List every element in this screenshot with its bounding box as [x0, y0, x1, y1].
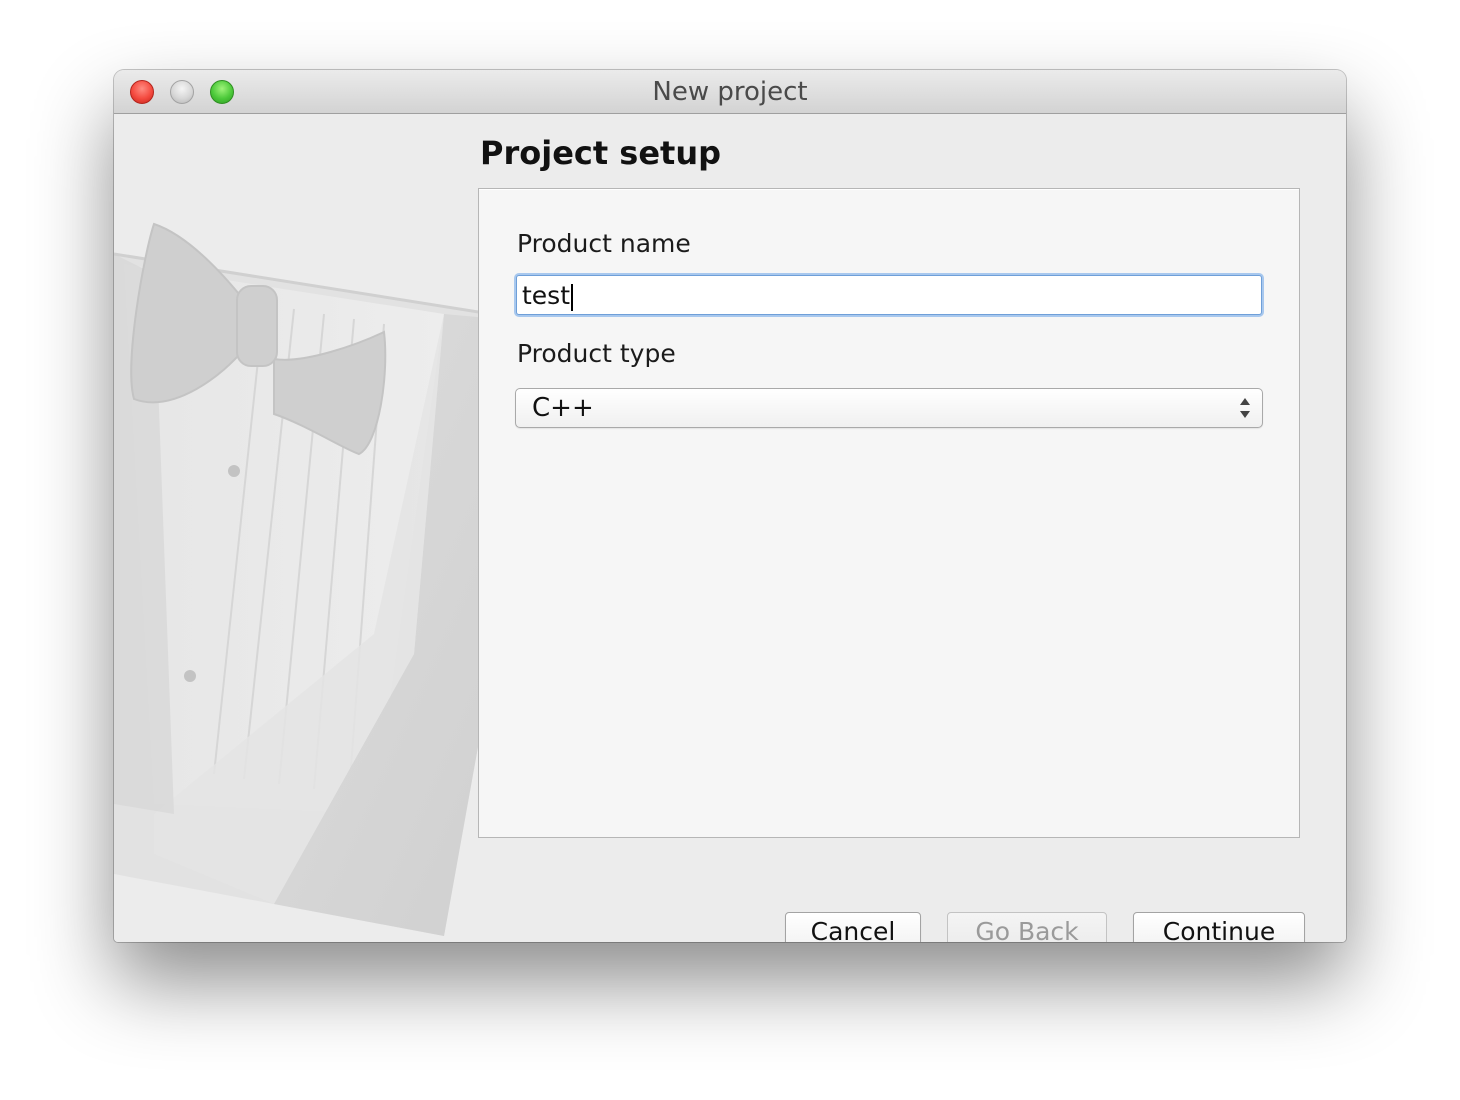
go-back-button[interactable]: Go Back [947, 912, 1107, 942]
window-title: New project [652, 77, 808, 107]
form-panel: Product name test Product type C++ [478, 188, 1300, 838]
text-caret [571, 283, 574, 311]
product-type-value: C++ [532, 393, 594, 423]
product-name-input[interactable]: test [516, 275, 1262, 315]
product-name-value: test [522, 281, 571, 310]
dialog-content: Project setup Product name test Product … [114, 114, 1346, 942]
continue-button[interactable]: Continue [1133, 912, 1305, 942]
page-title: Project setup [480, 134, 722, 172]
product-type-select[interactable]: C++ [515, 388, 1263, 428]
up-down-arrows-icon [1240, 398, 1250, 418]
new-project-window: New project Project setup Product name t… [114, 70, 1346, 942]
cancel-button[interactable]: Cancel [785, 912, 921, 942]
product-type-label: Product type [517, 339, 676, 368]
title-bar[interactable]: New project [114, 70, 1346, 114]
product-name-label: Product name [517, 229, 691, 258]
